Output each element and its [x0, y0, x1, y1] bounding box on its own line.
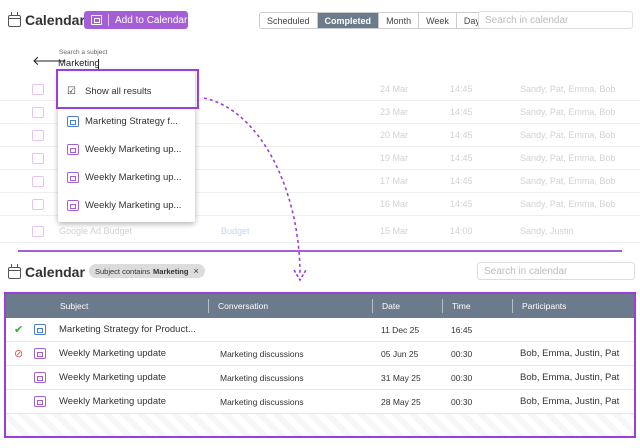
- section-divider: [18, 250, 622, 252]
- empty-area-pattern: [6, 414, 634, 436]
- close-icon[interactable]: ×: [193, 266, 198, 276]
- column-conversation[interactable]: Conversation: [210, 294, 268, 318]
- event-icon: [34, 396, 46, 407]
- table-row[interactable]: ✔ Marketing Strategy for Product... 11 D…: [6, 318, 634, 342]
- filter-chip[interactable]: Subject contains Marketing ×: [89, 264, 205, 278]
- column-participants[interactable]: Participants: [514, 294, 566, 318]
- app-title: Calendar: [25, 264, 85, 280]
- check-icon: ✔: [14, 324, 24, 336]
- calendar-icon: [8, 264, 21, 279]
- calendar-search-input[interactable]: Search in calendar: [477, 262, 635, 280]
- event-icon: [34, 372, 46, 383]
- event-icon: [34, 324, 46, 335]
- table-row[interactable]: Weekly Marketing update Marketing discus…: [6, 390, 634, 414]
- bottom-panel: Calendar Subject contains Marketing × Se…: [0, 256, 640, 448]
- results-table: Subject Conversation Date Time Participa…: [4, 292, 636, 438]
- column-date[interactable]: Date: [374, 294, 400, 318]
- event-icon: [34, 348, 46, 359]
- table-row[interactable]: Weekly Marketing update Marketing discus…: [6, 366, 634, 390]
- column-subject[interactable]: Subject: [52, 294, 88, 318]
- cancelled-icon: ⊘: [14, 348, 24, 360]
- table-header: Subject Conversation Date Time Participa…: [6, 294, 634, 318]
- column-time[interactable]: Time: [444, 294, 471, 318]
- table-row[interactable]: ⊘ Weekly Marketing update Marketing disc…: [6, 342, 634, 366]
